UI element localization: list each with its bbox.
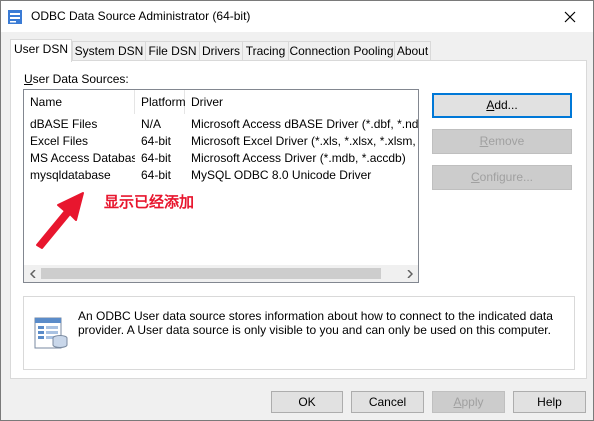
tab-about[interactable]: About xyxy=(394,41,431,61)
cancel-button[interactable]: Cancel xyxy=(351,391,424,413)
row-platform: 64-bit xyxy=(141,134,172,148)
row-driver: Microsoft Access dBASE Driver (*.dbf, *.… xyxy=(191,117,418,131)
user-dsn-panel: User Data Sources: Name Platform Driver … xyxy=(10,60,587,379)
row-name: MS Access Database xyxy=(30,151,135,165)
window-title: ODBC Data Source Administrator (64-bit) xyxy=(31,9,251,23)
row-driver: Microsoft Access Driver (*.mdb, *.accdb) xyxy=(191,151,406,165)
row-platform: N/A xyxy=(141,117,162,131)
row-name: Excel Files xyxy=(30,134,89,148)
close-button[interactable] xyxy=(547,1,593,32)
annotation-arrow-icon xyxy=(36,192,84,249)
chevron-right-icon xyxy=(406,269,413,278)
ok-button[interactable]: OK xyxy=(271,391,343,413)
close-icon xyxy=(564,11,576,22)
row-driver: MySQL ODBC 8.0 Unicode Driver xyxy=(191,168,372,182)
row-platform: 64-bit xyxy=(141,168,172,182)
title-bar: ODBC Data Source Administrator (64-bit) xyxy=(1,1,593,32)
chevron-left-icon xyxy=(29,269,36,278)
column-header-driver[interactable]: Driver xyxy=(185,90,418,114)
tab-system-dsn[interactable]: System DSN xyxy=(72,41,146,61)
odbc-admin-window: ODBC Data Source Administrator (64-bit) … xyxy=(0,0,594,421)
tab-user-dsn[interactable]: User DSN xyxy=(10,39,72,62)
list-row[interactable]: Excel Files 64-bit Microsoft Excel Drive… xyxy=(24,133,418,150)
data-sources-list[interactable]: Name Platform Driver dBASE Files N/A Mic… xyxy=(23,89,419,283)
list-header: Name Platform Driver xyxy=(24,90,418,114)
row-driver: Microsoft Excel Driver (*.xls, *.xlsx, *… xyxy=(191,134,418,148)
info-box: An ODBC User data source stores informat… xyxy=(23,296,575,370)
annotation-text: 显示已经添加 xyxy=(104,193,195,211)
tab-connection-pooling[interactable]: Connection Pooling xyxy=(288,41,395,61)
configure-button[interactable]: Configure... xyxy=(432,165,572,190)
scroll-left-button[interactable] xyxy=(24,265,41,282)
user-data-sources-label: User Data Sources: xyxy=(24,72,129,86)
remove-button[interactable]: Remove xyxy=(432,129,572,154)
list-row[interactable]: mysqldatabase 64-bit MySQL ODBC 8.0 Unic… xyxy=(24,167,418,184)
help-button[interactable]: Help xyxy=(513,391,586,413)
row-name: mysqldatabase xyxy=(30,168,111,182)
data-source-icon xyxy=(34,317,68,349)
tab-tracing[interactable]: Tracing xyxy=(242,41,289,61)
list-row[interactable]: MS Access Database 64-bit Microsoft Acce… xyxy=(24,150,418,167)
scroll-thumb[interactable] xyxy=(41,268,381,279)
info-description: An ODBC User data source stores informat… xyxy=(78,309,553,337)
odbc-app-icon xyxy=(8,10,22,24)
list-row[interactable]: dBASE Files N/A Microsoft Access dBASE D… xyxy=(24,116,418,133)
column-header-name[interactable]: Name xyxy=(24,90,135,114)
tab-drivers[interactable]: Drivers xyxy=(199,41,243,61)
horizontal-scrollbar[interactable] xyxy=(24,265,418,282)
scroll-right-button[interactable] xyxy=(401,265,418,282)
row-platform: 64-bit xyxy=(141,151,172,165)
row-name: dBASE Files xyxy=(30,117,98,131)
tab-file-dsn[interactable]: File DSN xyxy=(145,41,200,61)
apply-button[interactable]: Apply xyxy=(432,391,505,413)
add-button[interactable]: Add... xyxy=(432,93,572,118)
column-header-platform[interactable]: Platform xyxy=(135,90,186,114)
